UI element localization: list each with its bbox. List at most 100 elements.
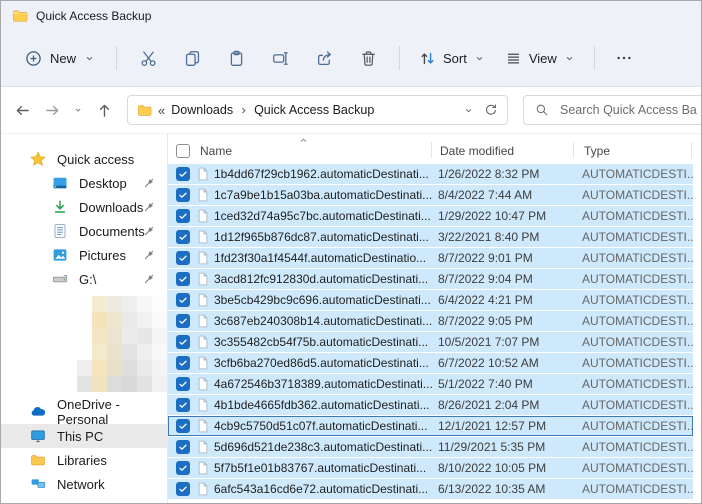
onedrive-icon (30, 404, 46, 420)
file-icon (196, 208, 214, 224)
row-checkbox[interactable] (176, 293, 190, 307)
copy-button[interactable] (170, 41, 214, 75)
pixel-block (137, 296, 152, 312)
breadcrumb-quick-access-backup[interactable]: Quick Access Backup (254, 103, 374, 117)
address-bar-row: « Downloads Quick Access Backup Search Q… (1, 87, 701, 134)
pixel-block (137, 360, 152, 376)
file-row[interactable]: 1d12f965b876dc87.automaticDestinati...3/… (168, 227, 693, 247)
file-row[interactable]: 4b1bde4665fdb362.automaticDestinati...8/… (168, 395, 693, 415)
row-checkbox[interactable] (176, 188, 190, 202)
breadcrumb-downloads[interactable]: Downloads (171, 103, 233, 117)
chevron-down-icon (84, 53, 95, 64)
pixel-block (137, 344, 152, 360)
row-checkbox[interactable] (176, 314, 190, 328)
breadcrumb-overflow[interactable]: « (158, 103, 165, 118)
folder-icon (12, 8, 28, 24)
pixel-block (92, 360, 107, 376)
toolbar-divider (594, 46, 595, 70)
downloads-icon (52, 199, 68, 215)
select-all-checkbox[interactable] (176, 144, 190, 158)
paste-button[interactable] (214, 41, 258, 75)
column-header-date-modified[interactable]: Date modified (440, 144, 514, 158)
file-row[interactable]: 3cfb6ba270ed86d5.automaticDestinati...6/… (168, 353, 693, 373)
file-icon (196, 439, 214, 455)
file-row[interactable]: 4cb9c5750d51c07f.automaticDestinati...12… (168, 416, 693, 436)
row-checkbox[interactable] (176, 230, 190, 244)
sidebar-item-this-pc[interactable]: This PC (1, 424, 167, 448)
view-lines-icon (505, 50, 522, 67)
address-dropdown-chevron-icon[interactable] (463, 105, 474, 116)
share-button[interactable] (302, 41, 346, 75)
recent-locations-button[interactable] (67, 95, 89, 125)
row-checkbox[interactable] (176, 482, 190, 496)
file-row[interactable]: 3c687eb240308b14.automaticDestinati...8/… (168, 311, 693, 331)
column-divider[interactable] (573, 142, 574, 158)
column-header-name[interactable]: Name (200, 144, 232, 158)
address-bar[interactable]: « Downloads Quick Access Backup (127, 95, 508, 125)
row-checkbox[interactable] (176, 251, 190, 265)
pin-icon (142, 200, 156, 214)
row-checkbox[interactable] (176, 167, 190, 181)
column-header-type[interactable]: Type (584, 144, 610, 158)
file-row[interactable]: 3be5cb429bc9c696.automaticDestinati...6/… (168, 290, 693, 310)
file-list-pane: Name Date modified Type 1b4dd67f29cb1962… (168, 134, 701, 503)
share-icon (316, 50, 333, 67)
file-row[interactable]: 1ced32d74a95c7bc.automaticDestinati...1/… (168, 206, 693, 226)
file-icon (196, 271, 214, 287)
desktop-icon (52, 175, 68, 191)
toolbar-divider (116, 46, 117, 70)
refresh-icon[interactable] (484, 103, 498, 117)
pixel-block (152, 312, 167, 328)
sidebar-item-desktop[interactable]: Desktop (1, 171, 167, 195)
chevron-down-icon (564, 53, 575, 64)
file-row[interactable]: 1c7a9be1b15a03ba.automaticDestinati...8/… (168, 185, 693, 205)
file-type: AUTOMATICDESTI... (582, 419, 693, 433)
file-row[interactable]: 3c355482cb54f75b.automaticDestinati...10… (168, 332, 693, 352)
file-row[interactable]: 3acd812fc912830d.automaticDestinati...8/… (168, 269, 693, 289)
see-more-button[interactable] (604, 44, 644, 72)
file-name: 3c687eb240308b14.automaticDestinati... (214, 314, 438, 328)
row-checkbox[interactable] (176, 440, 190, 454)
search-box[interactable]: Search Quick Access Ba (523, 95, 701, 125)
back-button[interactable] (7, 95, 37, 125)
new-button[interactable]: New (13, 43, 107, 74)
sidebar-item-downloads[interactable]: Downloads (1, 195, 167, 219)
sort-button[interactable]: Sort (409, 43, 495, 74)
sidebar-item-label: OneDrive - Personal (57, 397, 167, 427)
file-date-modified: 8/7/2022 9:04 PM (438, 272, 582, 286)
cut-button[interactable] (126, 41, 170, 75)
file-row[interactable]: 1b4dd67f29cb1962.automaticDestinati...1/… (168, 164, 693, 184)
sidebar-item-pictures[interactable]: Pictures (1, 243, 167, 267)
view-button[interactable]: View (495, 43, 585, 74)
file-row[interactable]: 4a672546b3718389.automaticDestinati...5/… (168, 374, 693, 394)
delete-button[interactable] (346, 41, 390, 75)
row-checkbox[interactable] (176, 272, 190, 286)
column-divider[interactable] (431, 142, 432, 158)
file-row[interactable]: 1fd23f30a1f4544f.automaticDestinatio...8… (168, 248, 693, 268)
row-checkbox[interactable] (176, 419, 190, 433)
pixel-block (92, 312, 107, 328)
file-rows: 1b4dd67f29cb1962.automaticDestinati...1/… (168, 164, 701, 499)
row-checkbox[interactable] (176, 398, 190, 412)
file-row[interactable]: 5d696d521de238c3.automaticDestinati...11… (168, 437, 693, 457)
sidebar-item-quick-access[interactable]: Quick access (1, 147, 167, 171)
sidebar-item-onedrive-personal[interactable]: OneDrive - Personal (1, 400, 167, 424)
sidebar-item-network[interactable]: Network (1, 472, 167, 496)
row-checkbox[interactable] (176, 356, 190, 370)
forward-button[interactable] (37, 95, 67, 125)
row-checkbox[interactable] (176, 461, 190, 475)
pixel-block (107, 376, 122, 392)
rename-button[interactable] (258, 41, 302, 75)
file-row[interactable]: 5f7b5f1e01b83767.automaticDestinati...8/… (168, 458, 693, 478)
sidebar-item-libraries[interactable]: Libraries (1, 448, 167, 472)
network-icon (30, 476, 46, 492)
row-checkbox[interactable] (176, 377, 190, 391)
row-checkbox[interactable] (176, 209, 190, 223)
sidebar-item-g[interactable]: G:\ (1, 267, 167, 291)
file-row[interactable]: 6afc543a16cd6e72.automaticDestinati...6/… (168, 479, 693, 499)
file-name: 1fd23f30a1f4544f.automaticDestinatio... (214, 251, 438, 265)
row-checkbox[interactable] (176, 335, 190, 349)
sidebar-item-documents[interactable]: Documents (1, 219, 167, 243)
up-button[interactable] (89, 95, 119, 125)
column-divider[interactable] (691, 142, 692, 158)
